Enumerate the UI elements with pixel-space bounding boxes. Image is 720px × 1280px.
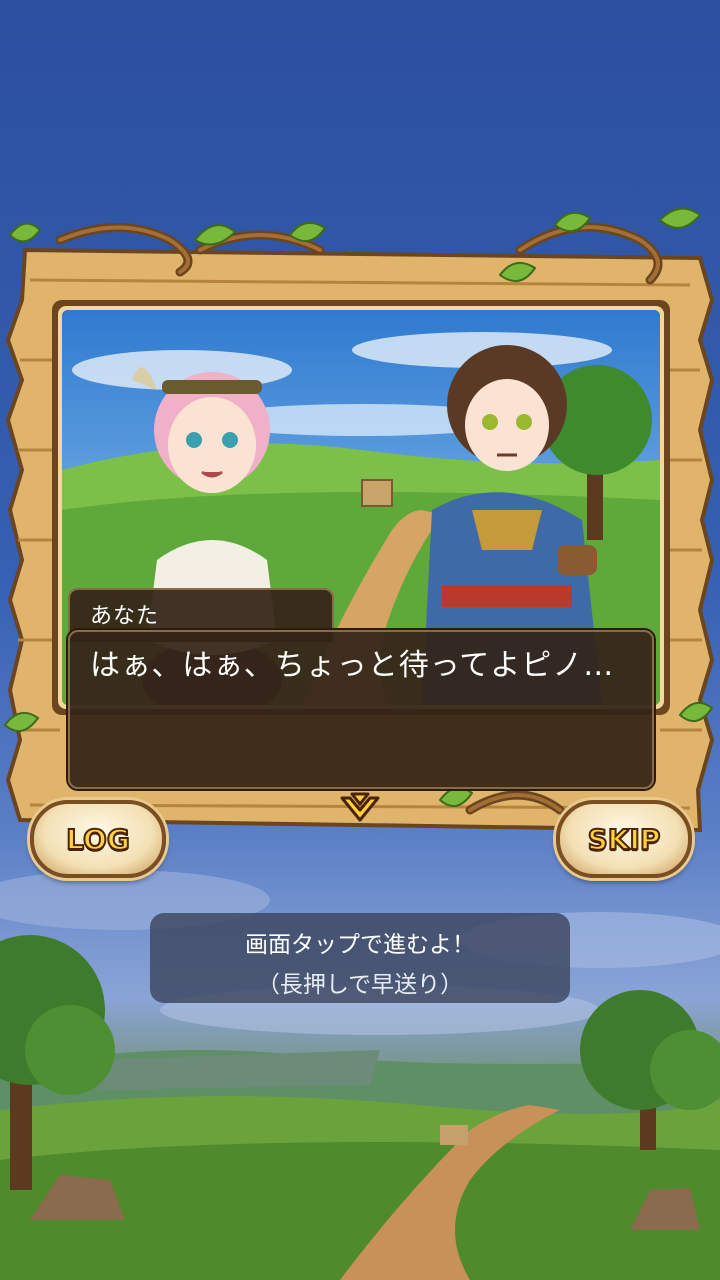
tap-hint-panel: 画面タップで進むよ！ （長押しで早送り） <box>150 913 570 1003</box>
next-arrow-icon[interactable] <box>338 790 382 826</box>
skip-button-label: SKIP <box>587 822 662 857</box>
log-button-label: LOG <box>65 822 131 857</box>
hold-hint-text: （長押しで早送り） <box>256 972 464 998</box>
log-button[interactable]: LOG <box>30 800 166 878</box>
dialog-text: はぁ、はぁ、ちょっと待ってよピノ… <box>90 648 615 683</box>
tap-hint-text: 画面タップで進むよ！ <box>245 932 475 958</box>
skip-button[interactable]: SKIP <box>556 800 692 878</box>
speaker-name: あなた <box>90 604 160 629</box>
